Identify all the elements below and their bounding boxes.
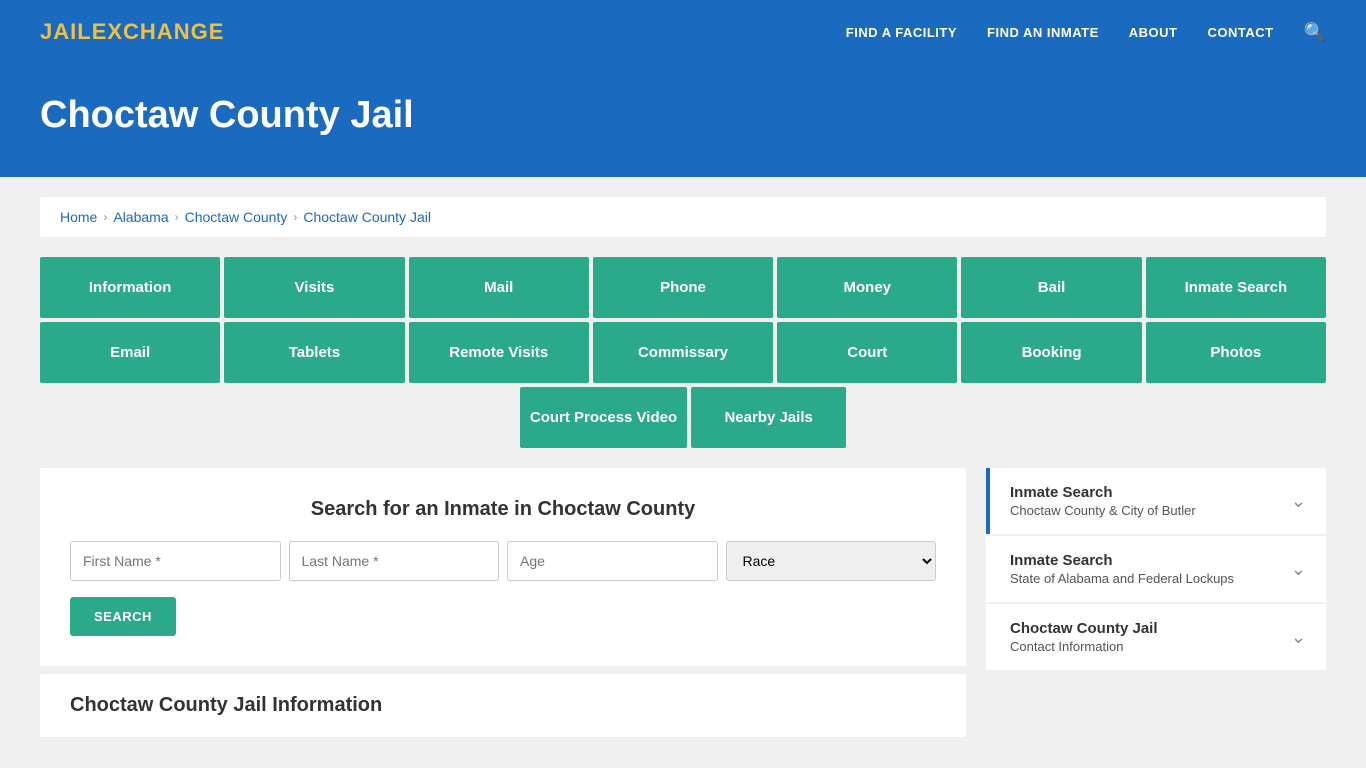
logo-part2: EXCHANGE bbox=[92, 19, 225, 44]
first-name-input[interactable] bbox=[70, 541, 281, 581]
breadcrumb-county[interactable]: Choctaw County bbox=[185, 209, 288, 225]
chevron-icon-0: ⌄ bbox=[1291, 491, 1306, 512]
breadcrumb-alabama[interactable]: Alabama bbox=[113, 209, 168, 225]
breadcrumb-current: Choctaw County Jail bbox=[303, 209, 431, 225]
btn-remote-visits[interactable]: Remote Visits bbox=[409, 322, 589, 383]
chevron-icon-2: ⌄ bbox=[1291, 627, 1306, 648]
sidebar-item-1-title: Inmate Search bbox=[1010, 552, 1234, 569]
search-icon-button[interactable]: 🔍 bbox=[1304, 22, 1326, 43]
breadcrumb-home[interactable]: Home bbox=[60, 209, 97, 225]
breadcrumb: Home › Alabama › Choctaw County › Chocta… bbox=[40, 197, 1326, 237]
btn-photos[interactable]: Photos bbox=[1146, 322, 1326, 383]
logo-part1: JAIL bbox=[40, 19, 92, 44]
sidebar-item-0-title: Inmate Search bbox=[1010, 484, 1196, 501]
sidebar-item-0-sub: Choctaw County & City of Butler bbox=[1010, 503, 1196, 518]
breadcrumb-sep3: › bbox=[293, 210, 297, 224]
chevron-icon-1: ⌄ bbox=[1291, 559, 1306, 580]
sidebar-item-2[interactable]: Choctaw County Jail Contact Information … bbox=[986, 604, 1326, 670]
btn-bail[interactable]: Bail bbox=[961, 257, 1141, 318]
grid-row3: Court Process Video Nearby Jails bbox=[40, 387, 1326, 448]
btn-visits[interactable]: Visits bbox=[224, 257, 404, 318]
search-title: Search for an Inmate in Choctaw County bbox=[70, 498, 936, 521]
btn-email[interactable]: Email bbox=[40, 322, 220, 383]
sidebar-item-2-title: Choctaw County Jail bbox=[1010, 620, 1158, 637]
btn-nearby-jails[interactable]: Nearby Jails bbox=[691, 387, 846, 448]
nav-find-facility[interactable]: FIND A FACILITY bbox=[846, 25, 957, 40]
btn-inmate-search[interactable]: Inmate Search bbox=[1146, 257, 1326, 318]
search-panel: Search for an Inmate in Choctaw County R… bbox=[40, 468, 966, 666]
btn-court-process-video[interactable]: Court Process Video bbox=[520, 387, 687, 448]
breadcrumb-sep1: › bbox=[103, 210, 107, 224]
sidebar-item-1[interactable]: Inmate Search State of Alabama and Feder… bbox=[986, 536, 1326, 602]
grid-row1: Information Visits Mail Phone Money Bail… bbox=[40, 257, 1326, 318]
jail-info-preview: Choctaw County Jail Information bbox=[40, 674, 966, 737]
breadcrumb-sep2: › bbox=[175, 210, 179, 224]
page-title: Choctaw County Jail bbox=[40, 94, 1326, 137]
race-select[interactable]: Race bbox=[726, 541, 937, 581]
logo: JAILEXCHANGE bbox=[40, 19, 224, 45]
sidebar-item-2-sub: Contact Information bbox=[1010, 639, 1158, 654]
btn-court[interactable]: Court bbox=[777, 322, 957, 383]
sidebar-item-0[interactable]: Inmate Search Choctaw County & City of B… bbox=[986, 468, 1326, 534]
sidebar: Inmate Search Choctaw County & City of B… bbox=[986, 468, 1326, 737]
content-area: Home › Alabama › Choctaw County › Chocta… bbox=[0, 177, 1366, 767]
nav-contact[interactable]: CONTACT bbox=[1207, 25, 1273, 40]
sidebar-item-1-sub: State of Alabama and Federal Lockups bbox=[1010, 571, 1234, 586]
main-nav: FIND A FACILITY FIND AN INMATE ABOUT CON… bbox=[846, 22, 1326, 43]
btn-commissary[interactable]: Commissary bbox=[593, 322, 773, 383]
btn-phone[interactable]: Phone bbox=[593, 257, 773, 318]
last-name-input[interactable] bbox=[289, 541, 500, 581]
header: JAILEXCHANGE FIND A FACILITY FIND AN INM… bbox=[0, 0, 1366, 64]
btn-tablets[interactable]: Tablets bbox=[224, 322, 404, 383]
search-button[interactable]: SEARCH bbox=[70, 597, 176, 636]
main-section: Search for an Inmate in Choctaw County R… bbox=[40, 468, 1326, 737]
search-form: Race bbox=[70, 541, 936, 581]
hero-section: Choctaw County Jail bbox=[0, 64, 1366, 177]
nav-find-inmate[interactable]: FIND AN INMATE bbox=[987, 25, 1099, 40]
btn-money[interactable]: Money bbox=[777, 257, 957, 318]
btn-booking[interactable]: Booking bbox=[961, 322, 1141, 383]
age-input[interactable] bbox=[507, 541, 718, 581]
jail-info-title: Choctaw County Jail Information bbox=[70, 694, 936, 717]
btn-mail[interactable]: Mail bbox=[409, 257, 589, 318]
grid-row2: Email Tablets Remote Visits Commissary C… bbox=[40, 322, 1326, 383]
nav-about[interactable]: ABOUT bbox=[1129, 25, 1178, 40]
btn-information[interactable]: Information bbox=[40, 257, 220, 318]
